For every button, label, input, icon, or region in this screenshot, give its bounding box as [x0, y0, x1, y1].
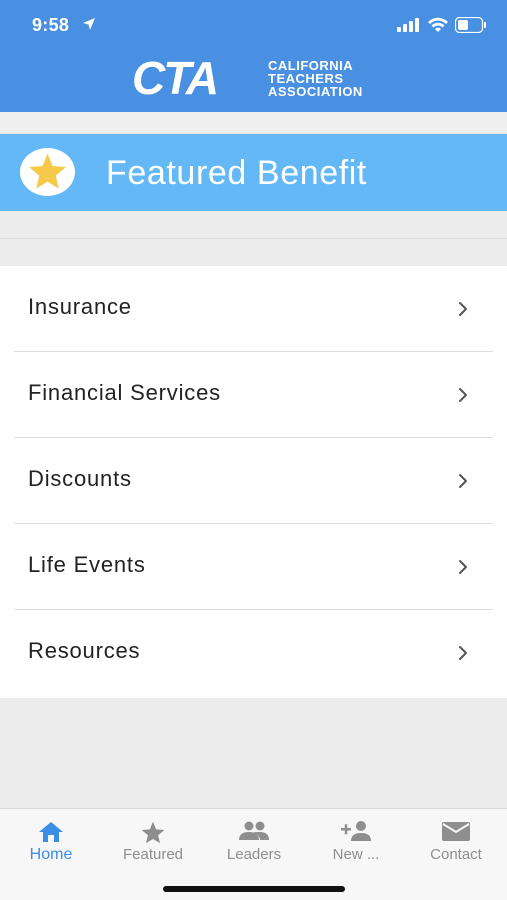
tab-new-member[interactable]: New ...: [305, 809, 407, 869]
tab-label: New ...: [332, 846, 380, 863]
chevron-right-icon: [459, 474, 467, 488]
logo-subtitle: CALIFORNIA TEACHERS ASSOCIATION: [268, 59, 363, 98]
tab-contact[interactable]: Contact: [405, 809, 507, 869]
menu-item-label: Life Events: [28, 552, 146, 577]
add-person-icon: [341, 821, 371, 841]
menu-item-label: Insurance: [28, 294, 132, 319]
menu-item-resources[interactable]: Resources: [0, 610, 507, 696]
menu-item-discounts[interactable]: Discounts: [0, 438, 507, 524]
menu-item-label: Financial Services: [28, 380, 221, 405]
logo-text: CTA: [132, 52, 219, 104]
chevron-right-icon: [459, 560, 467, 574]
section-spacer: [0, 211, 507, 266]
star-icon: [141, 821, 165, 844]
graduation-cap-icon: [216, 62, 246, 78]
featured-star-badge[interactable]: [20, 148, 75, 196]
chevron-right-icon: [459, 302, 467, 316]
location-arrow-icon: [83, 18, 95, 30]
tab-label: Featured: [122, 846, 184, 863]
menu-item-label: Resources: [28, 638, 141, 663]
menu-item-insurance[interactable]: Insurance: [0, 266, 507, 352]
home-indicator[interactable]: [163, 886, 345, 892]
cta-logo: CTA CALIFORNIA TEACHERS ASSOCIATION: [132, 52, 382, 104]
envelope-icon: [442, 822, 470, 841]
status-bar: 9:58: [0, 0, 507, 50]
status-time: 9:58: [32, 15, 70, 35]
home-icon: [39, 822, 63, 842]
tab-label: Leaders: [226, 846, 282, 863]
tab-label: Home: [29, 846, 73, 863]
logo-subtitle-line: ASSOCIATION: [268, 84, 363, 99]
menu-item-financial-services[interactable]: Financial Services: [0, 352, 507, 438]
star-icon: [29, 153, 66, 189]
tab-leaders[interactable]: Leaders: [203, 809, 305, 869]
wifi-icon: [428, 17, 448, 32]
benefits-menu: Insurance Financial Services Discounts L…: [0, 266, 507, 698]
menu-item-life-events[interactable]: Life Events: [0, 524, 507, 610]
divider: [0, 238, 507, 239]
chevron-right-icon: [459, 388, 467, 402]
people-icon: [239, 821, 269, 840]
chevron-right-icon: [459, 646, 467, 660]
menu-item-label: Discounts: [28, 466, 132, 491]
signal-bars-icon: [397, 18, 419, 32]
header-spacer: [0, 112, 507, 134]
tab-featured[interactable]: Featured: [102, 809, 204, 869]
app-header: 9:58 CTA CALIFORNIA TEACHERS ASSOCIATION: [0, 0, 507, 112]
tab-label: Contact: [430, 846, 482, 863]
tab-home[interactable]: Home: [0, 809, 102, 869]
battery-icon: [455, 17, 486, 33]
featured-benefit-label[interactable]: Featured Benefit: [106, 154, 367, 193]
